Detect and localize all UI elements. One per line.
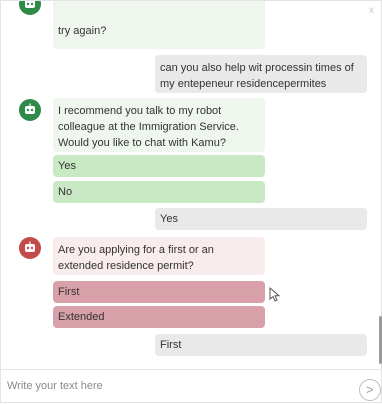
user-message-text: can you also help wit processin times of… <box>160 62 354 90</box>
robot-icon <box>25 241 35 252</box>
send-button[interactable]: > <box>359 379 381 401</box>
option-button-yes[interactable]: Yes <box>53 155 265 177</box>
bot-message: I recommend you talk to my robot colleag… <box>53 98 265 152</box>
option-label: Extended <box>58 311 105 323</box>
bot-message: try again? <box>53 1 265 49</box>
user-message-text: First <box>160 339 182 351</box>
bot-avatar <box>19 1 41 15</box>
bot-avatar <box>19 99 41 121</box>
option-label: First <box>58 286 80 298</box>
user-message: can you also help wit processin times of… <box>155 55 367 93</box>
user-message: First <box>155 334 367 356</box>
bot-message-text: I recommend you talk to my robot colleag… <box>58 105 239 149</box>
user-message: Yes <box>155 208 367 230</box>
close-icon[interactable]: x <box>369 5 374 17</box>
user-message-text: Yes <box>160 213 178 225</box>
bot-message-text: try again? <box>58 25 107 37</box>
message-list[interactable]: try again? can you also help wit process… <box>1 1 382 369</box>
send-arrow-icon: > <box>366 382 374 397</box>
bot-avatar <box>19 237 41 259</box>
robot-icon <box>25 103 35 114</box>
composer: > <box>1 369 382 404</box>
chat-window: try again? can you also help wit process… <box>0 0 382 403</box>
mouse-pointer-icon <box>269 287 281 302</box>
option-label: No <box>58 186 73 198</box>
bot-message: Are you applying for a first or an exten… <box>53 237 265 275</box>
option-button-extended[interactable]: Extended <box>53 306 265 328</box>
robot-icon <box>25 1 35 8</box>
option-label: Yes <box>58 160 76 172</box>
option-button-no[interactable]: No <box>53 181 265 203</box>
bot-message-text: Are you applying for a first or an exten… <box>58 244 214 272</box>
option-button-first[interactable]: First <box>53 281 265 303</box>
message-input[interactable] <box>7 377 337 395</box>
